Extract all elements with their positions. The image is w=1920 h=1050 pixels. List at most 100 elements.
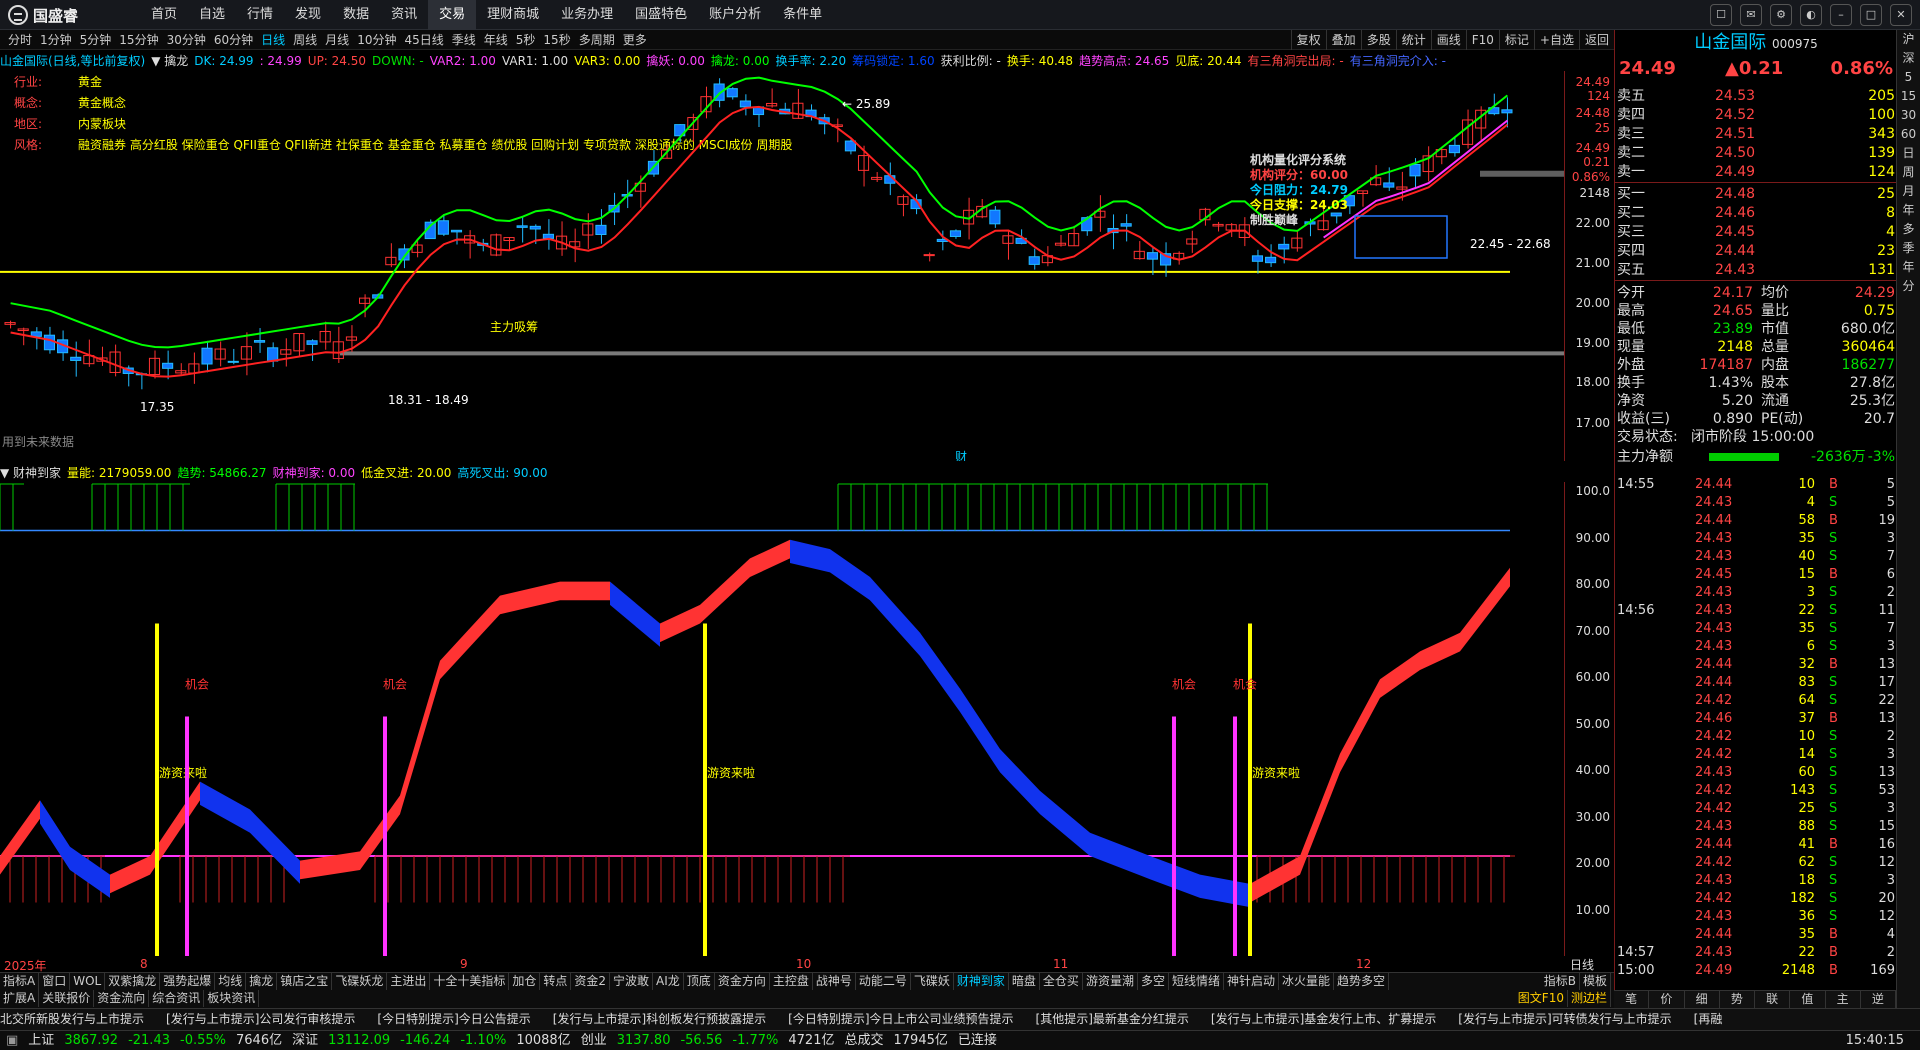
side-button-9[interactable]: 多: [1897, 220, 1920, 239]
menu-item-11[interactable]: 条件单: [772, 0, 833, 30]
tool-button-4[interactable]: 画线: [1430, 30, 1466, 50]
bid-row[interactable]: 买五 24.43 131: [1615, 262, 1897, 279]
indicator-tab-right-1[interactable]: 模板: [1580, 973, 1611, 990]
period-tab-13[interactable]: 5秒: [512, 30, 540, 50]
menu-item-3[interactable]: 发现: [284, 0, 332, 30]
side-button-2[interactable]: 15: [1897, 87, 1920, 106]
period-tab-1[interactable]: 1分钟: [36, 30, 76, 50]
period-tab-9[interactable]: 10分钟: [353, 30, 400, 50]
indicator-tab-17[interactable]: 资金方向: [715, 973, 770, 990]
mail-icon[interactable]: ✉: [1740, 4, 1762, 26]
indicator-tab-7[interactable]: 镇店之宝: [277, 973, 333, 990]
info-tab-1[interactable]: 关联报价: [39, 990, 95, 1007]
info-tab-right-1[interactable]: 测边栏: [1568, 990, 1611, 1007]
indicator-tab-16[interactable]: 顶底: [684, 973, 715, 990]
tool-button-0[interactable]: 复权: [1290, 30, 1326, 50]
tool-button-7[interactable]: +自选: [1533, 30, 1579, 50]
skin-icon[interactable]: ◐: [1800, 4, 1822, 26]
menu-item-9[interactable]: 国盛特色: [624, 0, 698, 30]
indicator-tab-6[interactable]: 擒龙: [246, 973, 278, 990]
ticker-item[interactable]: [其他提示]最新基金分红提示: [1036, 1009, 1189, 1030]
period-tab-3[interactable]: 15分钟: [115, 30, 162, 50]
indicator-tab-10[interactable]: 十全十美指标: [430, 973, 510, 990]
indicator-tab-0[interactable]: 指标A: [0, 973, 40, 990]
indicator-tab-23[interactable]: 暗盘: [1009, 973, 1040, 990]
menu-item-4[interactable]: 数据: [332, 0, 380, 30]
ask-row[interactable]: 卖四 24.52 100: [1615, 107, 1897, 124]
ticker-item[interactable]: [今日特别提示]今日公告提示: [377, 1009, 530, 1030]
side-button-4[interactable]: 60: [1897, 125, 1920, 144]
indicator-tab-26[interactable]: 多空: [1138, 973, 1169, 990]
tool-button-5[interactable]: F10: [1465, 30, 1499, 50]
indicator-tab-14[interactable]: 宁波敢: [610, 973, 654, 990]
indicator-tab-25[interactable]: 游资量潮: [1083, 973, 1138, 990]
period-tab-14[interactable]: 15秒: [539, 30, 574, 50]
app-logo[interactable]: 国盛睿: [8, 4, 78, 26]
info-tab-right-0[interactable]: 图文F10: [1515, 990, 1568, 1007]
indicator-tab-5[interactable]: 均线: [215, 973, 247, 990]
ask-row[interactable]: 卖三 24.51 343: [1615, 126, 1897, 143]
period-tab-8[interactable]: 月线: [321, 30, 353, 50]
ticker-item[interactable]: 北交所新股发行与上市提示: [0, 1009, 144, 1030]
maximize-icon[interactable]: □: [1860, 4, 1882, 26]
side-button-3[interactable]: 30: [1897, 106, 1920, 125]
indicator-tab-27[interactable]: 短线情绪: [1169, 973, 1224, 990]
ticker-item[interactable]: [发行与上市提示]公司发行审核提示: [166, 1009, 355, 1030]
indicator-tab-4[interactable]: 强势起爆: [160, 973, 216, 990]
minimize-icon[interactable]: –: [1830, 4, 1852, 26]
indicator-tab-11[interactable]: 加仓: [509, 973, 541, 990]
indicator-tab-28[interactable]: 神针启动: [1224, 973, 1279, 990]
indicator-tab-30[interactable]: 趋势多空: [1334, 973, 1390, 990]
tool-button-8[interactable]: 返回: [1578, 30, 1614, 50]
indicator-tab-20[interactable]: 动能二号: [856, 973, 911, 990]
period-tab-11[interactable]: 季线: [448, 30, 480, 50]
period-tab-6[interactable]: 日线: [257, 30, 289, 50]
indicator-tab-24[interactable]: 全仓买: [1040, 973, 1083, 990]
quote-tab-2[interactable]: 细: [1685, 991, 1720, 1008]
tool-button-2[interactable]: 多股: [1360, 30, 1396, 50]
quote-tab-6[interactable]: 主: [1826, 991, 1861, 1008]
ticker-item[interactable]: [今日特别提示]今日上市公司业绩预告提示: [788, 1009, 1013, 1030]
period-tab-5[interactable]: 60分钟: [210, 30, 257, 50]
side-button-0[interactable]: 沪深: [1897, 30, 1920, 68]
indicator-tab-29[interactable]: 冰火量能: [1279, 973, 1335, 990]
indicator-tab-15[interactable]: AI龙: [653, 973, 684, 990]
side-button-8[interactable]: 年: [1897, 201, 1920, 220]
quote-tab-4[interactable]: 联: [1755, 991, 1791, 1008]
side-button-1[interactable]: 5: [1897, 68, 1920, 87]
tool-button-1[interactable]: 叠加: [1325, 30, 1361, 50]
side-button-12[interactable]: 分: [1897, 277, 1920, 296]
side-button-11[interactable]: 年: [1897, 258, 1920, 277]
ticker-item[interactable]: [发行与上市提示]基金发行上市、扩募提示: [1211, 1009, 1436, 1030]
quote-tab-3[interactable]: 势: [1720, 991, 1755, 1008]
menu-item-6[interactable]: 交易: [428, 0, 477, 30]
tool-button-3[interactable]: 统计: [1395, 30, 1431, 50]
menu-item-0[interactable]: 首页: [140, 0, 188, 30]
close-icon[interactable]: ✕: [1890, 4, 1912, 26]
menu-item-10[interactable]: 账户分析: [698, 0, 772, 30]
period-tab-12[interactable]: 年线: [480, 30, 512, 50]
side-button-5[interactable]: 日: [1897, 144, 1920, 163]
ticker-item[interactable]: [发行与上市提示]科创板发行预披露提示: [553, 1009, 766, 1030]
side-button-7[interactable]: 月: [1897, 182, 1920, 201]
bid-row[interactable]: 买二 24.46 8: [1615, 205, 1897, 222]
info-tab-0[interactable]: 扩展A: [0, 990, 40, 1007]
indicator-tab-13[interactable]: 资金2: [571, 973, 611, 990]
settings-icon[interactable]: ⚙: [1770, 4, 1792, 26]
period-tab-0[interactable]: 分时: [4, 30, 36, 50]
indicator-tab-12[interactable]: 转点: [540, 973, 572, 990]
message-icon[interactable]: ☐: [1710, 4, 1732, 26]
ticker-item[interactable]: [再融: [1694, 1009, 1723, 1030]
period-tab-4[interactable]: 30分钟: [163, 30, 210, 50]
indicator-tab-9[interactable]: 主进出: [387, 973, 431, 990]
menu-item-8[interactable]: 业务办理: [550, 0, 624, 30]
indicator-tab-22[interactable]: 财神到家: [954, 973, 1009, 990]
indicator-tab-19[interactable]: 战神号: [813, 973, 856, 990]
menu-item-1[interactable]: 自选: [188, 0, 236, 30]
bid-row[interactable]: 买一 24.48 25: [1615, 186, 1897, 203]
quote-tab-1[interactable]: 价: [1649, 991, 1685, 1008]
tool-button-6[interactable]: 标记: [1498, 30, 1534, 50]
quote-tab-5[interactable]: 值: [1790, 991, 1826, 1008]
ticker-item[interactable]: [发行与上市提示]可转债发行与上市提示: [1458, 1009, 1671, 1030]
indicator-tab-3[interactable]: 双紫擒龙: [105, 973, 161, 990]
